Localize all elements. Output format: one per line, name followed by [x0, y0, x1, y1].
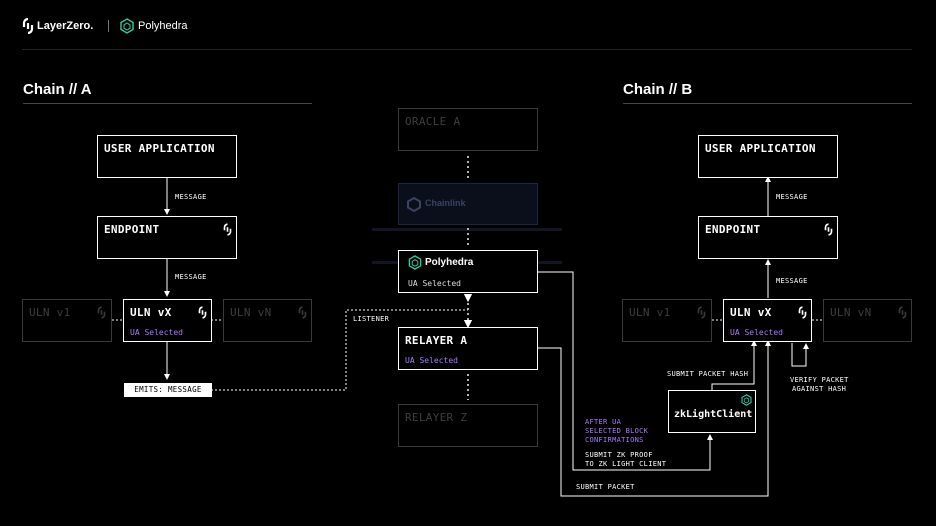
submit-packet-hash-label: SUBMIT PACKET HASH — [667, 370, 749, 378]
chain-b-uln-vx-label: ULN vX — [730, 306, 772, 319]
chain-b-uln-v1-label: ULN v1 — [629, 306, 671, 319]
chain-b-uln-vx: ULN vX UA Selected — [723, 299, 812, 342]
chain-a-message-1: MESSAGE — [175, 193, 207, 201]
chain-a-uln-vn: ULN vN — [223, 299, 312, 342]
submit-packet-label: SUBMIT PACKET — [576, 483, 635, 491]
chain-b-user-application: USER APPLICATION — [698, 135, 838, 178]
polyhedra-oracle-sub: UA Selected — [408, 279, 461, 288]
polyhedra-icon — [408, 255, 422, 270]
polyhedra-oracle-label: Polyhedra — [425, 257, 474, 268]
chain-a-endpoint-label: ENDPOINT — [104, 223, 160, 236]
chain-b-uln-vn: ULN vN — [823, 299, 912, 342]
chain-a-rule — [23, 103, 312, 104]
oracle-a: ORACLE A — [398, 108, 538, 151]
after-ua-line-1: AFTER UA — [585, 418, 622, 426]
chain-b-uln-vx-sub: UA Selected — [730, 328, 783, 337]
relayer-a-sub: UA Selected — [405, 356, 458, 365]
relayer-a-label: RELAYER A — [405, 334, 468, 347]
chain-b-endpoint-label: ENDPOINT — [705, 223, 761, 236]
after-ua-line-2: SELECTED BLOCK — [585, 427, 649, 435]
chain-a-uln-v1-label: ULN v1 — [29, 306, 71, 319]
chain-b-uln-vn-label: ULN vN — [830, 306, 872, 319]
listener-label: LISTENER — [353, 315, 390, 323]
chain-a-uln-vx: ULN vX UA Selected — [123, 299, 212, 342]
layerzero-icon — [223, 223, 232, 236]
chain-a-user-application-label: USER APPLICATION — [104, 142, 215, 155]
chain-b-rule — [623, 103, 912, 104]
chainlink-oracle: Chainlink — [398, 183, 538, 225]
submit-zk-line-2: TO ZK LIGHT CLIENT — [585, 460, 667, 468]
chain-b-user-application-label: USER APPLICATION — [705, 142, 816, 155]
layerzero-icon — [198, 306, 207, 319]
zk-light-client-label: zkLightClient — [674, 409, 753, 420]
chain-a-uln-v1: ULN v1 — [22, 299, 112, 342]
layerzero-icon — [697, 306, 706, 319]
chain-a-user-application: USER APPLICATION — [97, 135, 237, 178]
submit-zk-line-1: SUBMIT ZK PROOF — [585, 451, 653, 459]
oracle-a-label: ORACLE A — [405, 115, 461, 128]
verify-line-2: AGAINST HASH — [792, 385, 847, 393]
chainlink-label: Chainlink — [425, 198, 466, 208]
layerzero-icon — [97, 306, 106, 319]
chain-b-title: Chain // B — [623, 81, 693, 98]
chain-a-message-2: MESSAGE — [175, 273, 207, 281]
polyhedra-icon — [741, 394, 752, 406]
chain-a-uln-vn-label: ULN vN — [230, 306, 272, 319]
relayer-a: RELAYER A UA Selected — [398, 327, 538, 370]
layerzero-icon — [298, 306, 307, 319]
polyhedra-oracle: Polyhedra UA Selected — [398, 250, 538, 293]
chain-a-uln-vx-sub: UA Selected — [130, 328, 183, 337]
relayer-z-label: RELAYER Z — [405, 411, 468, 424]
chain-a-endpoint: ENDPOINT — [97, 216, 237, 259]
emits-message-badge: EMITS: MESSAGE — [124, 383, 212, 397]
layerzero-icon — [898, 306, 907, 319]
relayer-z: RELAYER Z — [398, 404, 538, 447]
chainlink-icon — [407, 197, 421, 212]
chain-a-title: Chain // A — [23, 81, 92, 98]
chain-b-uln-v1: ULN v1 — [622, 299, 712, 342]
chain-a-uln-vx-label: ULN vX — [130, 306, 172, 319]
chain-b-message-1: MESSAGE — [776, 193, 808, 201]
verify-line-1: VERIFY PACKET — [790, 376, 849, 384]
layerzero-icon — [798, 306, 807, 319]
after-ua-line-3: CONFIRMATIONS — [585, 436, 644, 444]
chain-b-endpoint: ENDPOINT — [698, 216, 838, 259]
zk-light-client: zkLightClient — [668, 390, 756, 433]
layerzero-icon — [824, 223, 833, 236]
chain-b-message-2: MESSAGE — [776, 277, 808, 285]
